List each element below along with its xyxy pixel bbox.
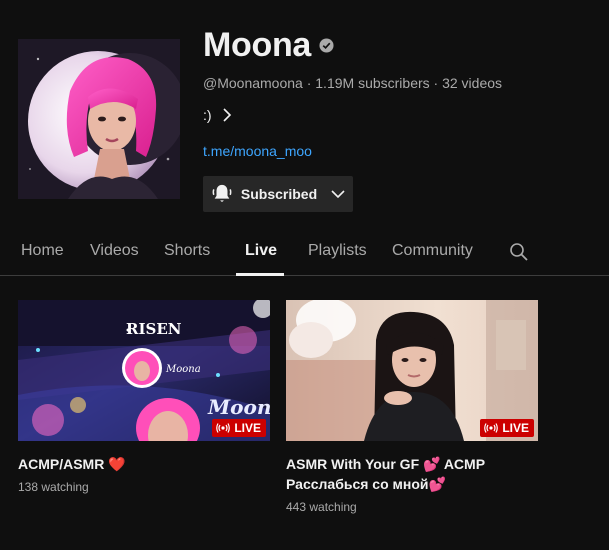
channel-name-text: Moona [203, 26, 312, 64]
channel-description: :) [203, 107, 212, 123]
tab-home[interactable]: Home [21, 242, 64, 260]
verified-icon [319, 38, 334, 53]
search-icon[interactable] [509, 242, 529, 262]
video-title[interactable]: ACMP/ASMR ❤️ [18, 454, 270, 474]
video-card[interactable]: LIVE ASMR With Your GF 💕 ACMP Расслабься… [286, 300, 538, 514]
tab-playlists[interactable]: Playlists [308, 242, 367, 260]
bell-icon [212, 184, 232, 202]
channel-name: Moona [203, 26, 334, 65]
live-badge: LIVE [212, 419, 266, 437]
channel-link[interactable]: t.me/moona_moo [203, 143, 312, 159]
live-broadcast-icon [484, 423, 499, 433]
thumbnail-brand-text: Moona [207, 395, 270, 419]
thumbnail-caption: Moona [165, 364, 201, 375]
tab-live[interactable]: Live [245, 242, 277, 260]
avatar-image [18, 39, 180, 199]
active-tab-indicator [236, 273, 284, 276]
video-thumbnail[interactable]: LIVE [286, 300, 538, 441]
channel-meta: @Moonamoona · 1.19M subscribers · 32 vid… [203, 75, 503, 91]
subscribed-label: Subscribed [240, 186, 318, 202]
live-badge-label: LIVE [234, 421, 261, 435]
live-broadcast-icon [216, 423, 231, 433]
subscribed-button[interactable]: Subscribed [203, 176, 353, 212]
tab-videos[interactable]: Videos [90, 242, 139, 260]
channel-about[interactable]: :) [203, 107, 232, 123]
video-card[interactable]: RISEN Moona Moona LIVE ACMP/ASMR ❤️ 138 … [18, 300, 270, 494]
thumbnail-logo: RISEN [126, 320, 182, 338]
chevron-right-icon [222, 108, 231, 122]
video-viewers: 443 watching [286, 500, 357, 514]
live-badge-label: LIVE [502, 421, 529, 435]
chevron-down-icon [331, 190, 345, 199]
video-viewers: 138 watching [18, 480, 89, 494]
live-badge: LIVE [480, 419, 534, 437]
video-title[interactable]: ASMR With Your GF 💕 ACMP Расслабься со м… [286, 454, 538, 494]
video-thumbnail[interactable]: RISEN Moona Moona LIVE [18, 300, 270, 441]
tab-shorts[interactable]: Shorts [164, 242, 210, 260]
channel-avatar[interactable] [18, 39, 180, 199]
tab-community[interactable]: Community [392, 242, 473, 260]
